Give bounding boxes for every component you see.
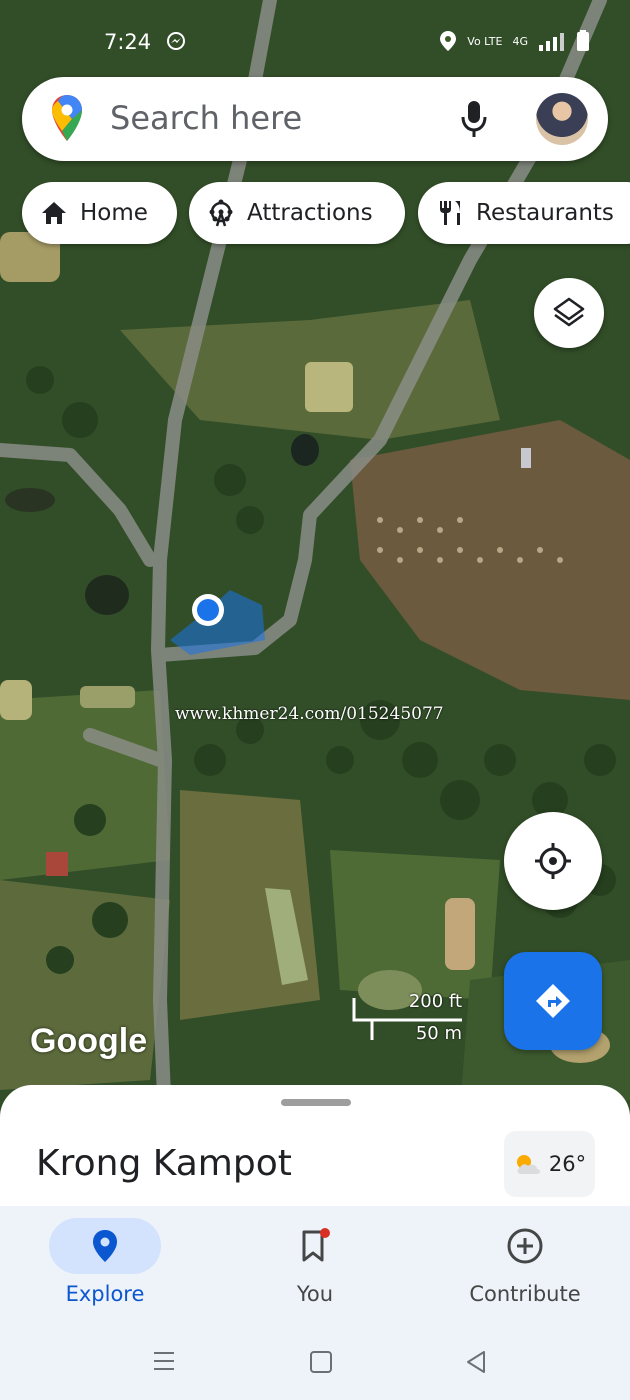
chip-attractions[interactable]: Attractions [189, 182, 405, 244]
recent-apps-icon[interactable] [152, 1350, 176, 1372]
chip-label: Attractions [247, 200, 373, 226]
status-time: 7:24 [104, 30, 152, 54]
signal-icon [539, 33, 564, 51]
volte-indicator: Vo LTE [467, 34, 503, 48]
contribute-icon-box [469, 1218, 581, 1274]
fork-knife-icon [436, 199, 464, 227]
avatar[interactable] [536, 93, 588, 145]
tab-you[interactable]: You [235, 1218, 395, 1306]
map-scale: 200 ft 50 m [352, 990, 464, 1050]
chip-label: Restaurants [476, 200, 614, 226]
tab-label: You [296, 1282, 334, 1306]
partly-cloudy-icon [516, 1155, 540, 1174]
google-logo: Google [30, 1022, 148, 1060]
sheet-drag-handle[interactable] [281, 1099, 351, 1106]
battery-icon [577, 30, 589, 51]
directions-button[interactable] [504, 952, 602, 1050]
tab-contribute[interactable]: Contribute [445, 1218, 605, 1306]
ferris-wheel-icon [207, 199, 235, 227]
chip-home[interactable]: Home [22, 182, 177, 244]
search-bar[interactable]: Search here [22, 77, 608, 161]
search-input[interactable]: Search here [110, 99, 302, 137]
explore-active-indicator [49, 1218, 161, 1274]
bookmark-icon [302, 1228, 330, 1262]
tab-explore[interactable]: Explore [25, 1218, 185, 1306]
home-system-icon[interactable] [309, 1350, 333, 1374]
google-maps-icon [52, 95, 82, 141]
home-icon [40, 200, 68, 226]
tab-label: Contribute [469, 1282, 581, 1306]
crosshair-icon [535, 843, 571, 879]
notification-dot [320, 1228, 330, 1238]
tab-label: Explore [65, 1282, 145, 1306]
messenger-icon [167, 32, 185, 50]
my-location-button[interactable] [504, 812, 602, 910]
status-indicators: Vo LTE 4G [439, 30, 590, 52]
network-type: 4G [512, 34, 528, 48]
add-circle-icon [507, 1228, 543, 1264]
watermark-text: www.khmer24.com/015245077 [175, 704, 444, 724]
layers-icon [553, 297, 585, 327]
status-bar: 7:24 Vo LTE 4G [0, 0, 630, 80]
microphone-icon[interactable] [460, 99, 488, 139]
chip-restaurants[interactable]: Restaurants [418, 182, 630, 244]
layers-button[interactable] [534, 278, 604, 348]
bottom-sheet[interactable]: Krong Kampot 26° [0, 1085, 630, 1210]
temperature: 26° [548, 1152, 587, 1176]
place-name: Krong Kampot [36, 1143, 292, 1184]
location-icon [440, 31, 457, 51]
directions-icon [536, 984, 570, 1018]
weather-chip[interactable]: 26° [504, 1131, 595, 1197]
chip-label: Home [80, 200, 148, 226]
scale-meters: 50 m [415, 1023, 462, 1044]
scale-feet: 200 ft [408, 991, 462, 1012]
back-icon[interactable] [464, 1350, 488, 1374]
you-icon-box [259, 1218, 371, 1274]
location-pin-icon [93, 1230, 117, 1262]
